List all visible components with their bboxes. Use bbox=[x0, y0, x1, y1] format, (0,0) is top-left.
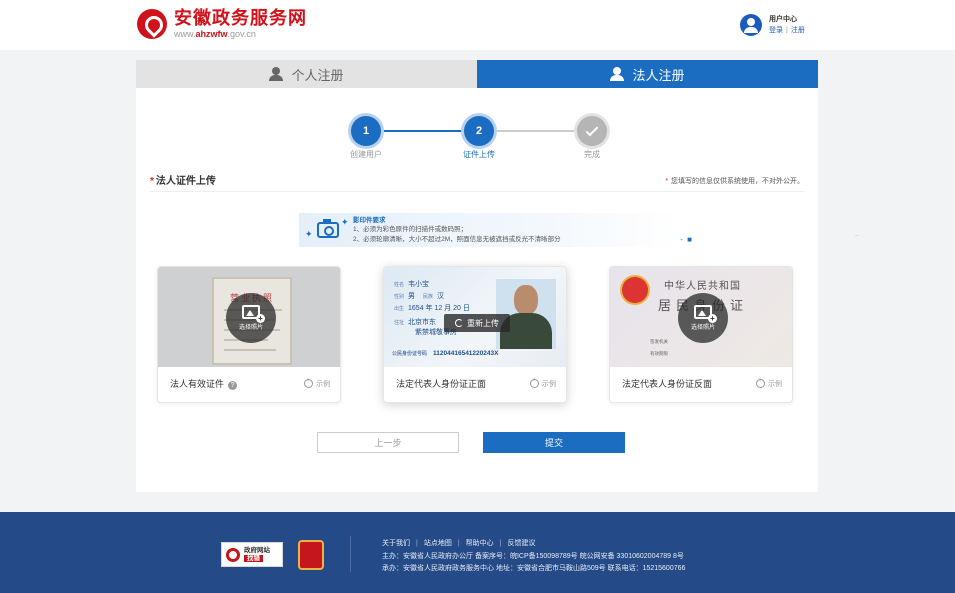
example-link[interactable]: 示例 bbox=[530, 377, 556, 389]
user-avatar-icon[interactable] bbox=[740, 14, 762, 36]
refresh-icon bbox=[455, 319, 463, 327]
user-links: 登录 | 注册 bbox=[769, 27, 805, 34]
submit-button[interactable]: 提交 bbox=[483, 432, 625, 453]
police-badge-icon[interactable] bbox=[298, 540, 324, 570]
register-link[interactable]: 注册 bbox=[791, 27, 805, 34]
logo-icon bbox=[137, 9, 167, 39]
footer-link[interactable]: 帮助中心 bbox=[466, 540, 494, 547]
add-picture-icon bbox=[694, 305, 717, 323]
main-panel: 1 2 创建用户 证件上传 完成 * 法人证件上传 * 您填写的信息仅供系统使用，不… bbox=[136, 88, 818, 492]
requirement-item: 1、必须为彩色原件的扫描件或数码照； bbox=[353, 226, 468, 234]
user-center-title: 用户中心 bbox=[769, 16, 797, 23]
camera-icon bbox=[317, 219, 339, 238]
previous-step-button[interactable]: 上一步 bbox=[317, 432, 459, 453]
step-3-circle bbox=[577, 116, 607, 146]
help-icon[interactable]: ? bbox=[228, 381, 238, 390]
site-title: 安徽政务服务网 bbox=[174, 8, 307, 28]
card-label: 法人有效证件? bbox=[170, 377, 238, 390]
footer-link[interactable]: 站点地图 bbox=[424, 540, 452, 547]
login-link[interactable]: 登录 bbox=[769, 27, 783, 34]
reupload-button[interactable]: 重新上传 bbox=[444, 314, 510, 332]
upload-card-id-front[interactable]: 姓名 韦小宝 性别男 民族汉 出生 1654 年 12 月 20 日 住址 北京市东 … bbox=[383, 266, 567, 403]
license-preview[interactable]: 营业执照 选择照片 bbox=[158, 267, 340, 367]
photo-requirements-banner: ✦ ✦ 影印件要求 1、必须为彩色原件的扫描件或数码照； 2、必须轮廓清晰，大小… bbox=[299, 213, 692, 247]
step-label: 完成 bbox=[584, 150, 600, 159]
step-1-circle: 1 bbox=[351, 116, 381, 146]
footer-link[interactable]: 反馈建议 bbox=[507, 540, 535, 547]
step-connector bbox=[497, 130, 575, 132]
person-icon bbox=[610, 67, 625, 81]
person-icon bbox=[269, 67, 284, 81]
tab-legal-registration[interactable]: 法人注册 bbox=[477, 60, 818, 95]
gov-site-error-report-badge[interactable]: 政府网站 找错 bbox=[221, 542, 283, 567]
add-picture-icon bbox=[242, 305, 265, 323]
footer-link[interactable]: 关于我们 bbox=[382, 540, 410, 547]
tab-personal-registration[interactable]: 个人注册 bbox=[136, 60, 477, 88]
sparkle-icon: ✦ bbox=[305, 229, 313, 239]
edge-dots: .. bbox=[855, 231, 859, 238]
site-logo[interactable]: 安徽政务服务网 www.ahzwfw.gov.cn bbox=[137, 8, 307, 40]
example-link[interactable]: 示例 bbox=[304, 377, 330, 389]
step-label: 证件上传 bbox=[463, 150, 495, 159]
site-footer: 政府网站 找错 关于我们 | 站点地图 | 帮助中心 | 反馈建议 主办：安徽省人民政府办公… bbox=[0, 512, 955, 593]
site-url: www.ahzwfw.gov.cn bbox=[174, 29, 256, 39]
id-front-preview[interactable]: 姓名 韦小宝 性别男 民族汉 出生 1654 年 12 月 20 日 住址 北京市东 … bbox=[384, 267, 566, 367]
card-label: 法定代表人身份证正面 bbox=[396, 379, 487, 389]
gov-badge-icon bbox=[226, 547, 240, 562]
divider bbox=[350, 536, 351, 572]
id-number: 公民身份证号码 11204416541220243X bbox=[392, 350, 499, 357]
requirements-title: 影印件要求 bbox=[353, 216, 386, 224]
example-link[interactable]: 示例 bbox=[756, 377, 782, 389]
footer-organizer: 承办：安徽省人民政府政务服务中心 地址：安徽省合肥市马鞍山路509号 联系电话：… bbox=[382, 565, 686, 572]
card-label: 法定代表人身份证反面 bbox=[622, 379, 713, 389]
site-header: 安徽政务服务网 www.ahzwfw.gov.cn 用户中心 登录 | 注册 bbox=[0, 0, 955, 50]
step-connector bbox=[384, 130, 462, 132]
footer-links: 关于我们 | 站点地图 | 帮助中心 | 反馈建议 bbox=[382, 540, 536, 547]
decor-dots: - ■ bbox=[680, 235, 693, 244]
user-center: 用户中心 登录 | 注册 bbox=[740, 14, 805, 36]
footer-sponsor: 主办：安徽省人民政府办公厅 备案序号：皖ICP备150098789号 皖公网安备… bbox=[382, 552, 684, 560]
sparkle-icon: ✦ bbox=[341, 217, 349, 227]
choose-photo-button[interactable]: 选择照片 bbox=[678, 293, 728, 343]
zoom-in-icon bbox=[756, 377, 765, 388]
upload-card-legal-license[interactable]: 营业执照 选择照片 法人有效证件? 示例 bbox=[157, 266, 341, 403]
choose-photo-button[interactable]: 选择照片 bbox=[226, 293, 276, 343]
upload-card-id-back[interactable]: 中华人民共和国 居民身份证 签发机关 有效期限 选择照片 法定代表人身份证反面 … bbox=[609, 266, 793, 403]
national-emblem-icon bbox=[622, 277, 648, 303]
id-back-preview[interactable]: 中华人民共和国 居民身份证 签发机关 有效期限 选择照片 bbox=[610, 267, 792, 367]
requirement-item: 2、必须轮廓清晰，大小不超过2M，照面信息无被遮挡或反光不清晰部分 bbox=[353, 235, 561, 243]
step-2-circle: 2 bbox=[464, 116, 494, 146]
section-title: * 法人证件上传 bbox=[150, 176, 216, 187]
registration-tabs: 个人注册 法人注册 bbox=[136, 60, 818, 95]
step-label: 创建用户 bbox=[350, 150, 382, 159]
zoom-in-icon bbox=[304, 377, 313, 388]
divider bbox=[150, 191, 804, 192]
zoom-in-icon bbox=[530, 377, 539, 388]
check-icon bbox=[585, 123, 599, 136]
privacy-note: * 您填写的信息仅供系统使用，不对外公开。 bbox=[665, 178, 804, 185]
